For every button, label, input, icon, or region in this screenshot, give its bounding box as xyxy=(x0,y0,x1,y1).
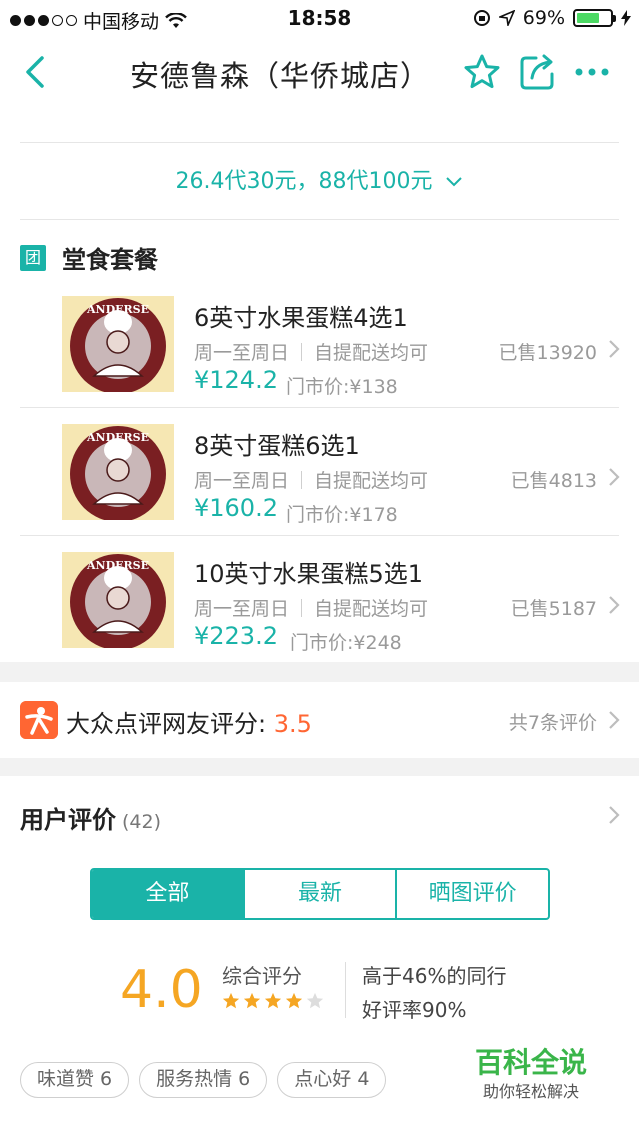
logo-text: ANDERSE xyxy=(86,559,149,572)
star-rating xyxy=(222,992,324,1010)
chevron-right-icon[interactable] xyxy=(607,804,621,826)
group-buy-badge: 团 xyxy=(20,244,46,271)
voucher-summary-text: 26.4代30元，88代100元 xyxy=(175,169,433,194)
dianping-logo-icon xyxy=(20,701,58,739)
star-filled-icon xyxy=(285,992,303,1009)
deal-thumbnail: ANDERSE xyxy=(62,296,174,392)
deal-sold-count: 已售5187 xyxy=(510,598,597,620)
chevron-right-icon xyxy=(609,596,620,614)
peer-comparison-text: 高于46%的同行 xyxy=(362,964,507,988)
logo-text: ANDERSE xyxy=(86,431,149,444)
deal-price: ¥124.2 xyxy=(194,366,278,394)
logo-text: ANDERSE xyxy=(86,303,149,316)
deal-meta: 周一至周日 自提配送均可 xyxy=(194,466,428,493)
deal-original-price: 门市价:¥178 xyxy=(286,504,398,526)
more-options-icon[interactable] xyxy=(574,52,610,92)
chevron-down-icon xyxy=(446,177,463,187)
divider xyxy=(20,142,619,143)
deal-name: 10英寸水果蛋糕5选1 xyxy=(194,560,424,588)
battery-icon xyxy=(573,9,616,27)
deal-sold-count: 已售4813 xyxy=(510,470,597,492)
rotation-lock-icon xyxy=(473,10,490,26)
chevron-right-icon xyxy=(609,711,620,729)
dianping-rating-row[interactable]: 大众点评网友评分: 3.5 共7条评价 xyxy=(0,682,639,758)
battery-percent: 69% xyxy=(522,7,565,29)
good-rate-text: 好评率90% xyxy=(362,998,467,1022)
deal-item[interactable]: ANDERSE 8英寸蛋糕6选1 周一至周日 自提配送均可 ¥160.2 门市价:¥178… xyxy=(0,408,639,536)
overall-score: 4.0 xyxy=(120,960,203,1020)
deal-original-price: 门市价:¥138 xyxy=(286,376,398,398)
deal-days: 周一至周日 xyxy=(194,470,290,492)
dianping-label-text: 大众点评网友评分: xyxy=(66,710,274,738)
review-tag[interactable]: 点心好 4 xyxy=(277,1062,387,1098)
divider xyxy=(20,219,619,220)
review-tag[interactable]: 服务热情 6 xyxy=(139,1062,268,1098)
star-filled-icon xyxy=(243,992,261,1009)
tab-photo-reviews[interactable]: 晒图评价 xyxy=(395,870,548,918)
nav-bar: 安德鲁森（华侨城店） xyxy=(0,36,639,108)
location-arrow-icon xyxy=(498,10,515,26)
deal-delivery: 自提配送均可 xyxy=(314,598,429,620)
divider xyxy=(301,342,303,361)
deal-meta: 周一至周日 自提配送均可 xyxy=(194,594,428,621)
deal-item[interactable]: ANDERSE 6英寸水果蛋糕4选1 周一至周日 自提配送均可 ¥124.2 门市价:¥1… xyxy=(0,280,639,408)
review-filter-tabs: 全部 最新 晒图评价 xyxy=(90,868,550,920)
chevron-right-icon xyxy=(609,340,620,358)
chevron-right-icon xyxy=(609,468,620,486)
watermark-subtitle: 助你轻松解决 xyxy=(482,1082,579,1101)
deal-delivery: 自提配送均可 xyxy=(314,342,429,364)
tab-all[interactable]: 全部 xyxy=(92,870,243,918)
dianping-score: 3.5 xyxy=(273,710,312,738)
dianping-rating-label: 大众点评网友评分: 3.5 xyxy=(66,704,312,739)
status-bar: 中国移动 18:58 69% xyxy=(0,0,639,36)
tab-latest[interactable]: 最新 xyxy=(242,870,396,918)
deal-days: 周一至周日 xyxy=(194,342,290,364)
deal-days: 周一至周日 xyxy=(194,598,290,620)
divider xyxy=(301,598,303,617)
dianping-review-count: 共7条评价 xyxy=(508,712,597,734)
deal-delivery: 自提配送均可 xyxy=(314,470,429,492)
review-tag[interactable]: 味道赞 6 xyxy=(20,1062,130,1098)
user-reviews-header[interactable]: 用户评价 (42) xyxy=(20,800,161,835)
status-right: 69% xyxy=(473,7,631,29)
watermark-title: 百科全说 xyxy=(474,1046,587,1079)
deal-thumbnail: ANDERSE xyxy=(62,552,174,648)
deal-price: ¥160.2 xyxy=(194,494,278,522)
review-tags: 味道赞 6 服务热情 6 点心好 4 xyxy=(20,1062,387,1098)
deal-item[interactable]: ANDERSE 10英寸水果蛋糕5选1 周一至周日 自提配送均可 ¥223.2 门市价:¥… xyxy=(0,536,639,664)
section-gap xyxy=(0,662,639,682)
charging-bolt-icon xyxy=(621,10,631,26)
deal-sold-count: 已售13920 xyxy=(498,342,597,364)
deal-name: 6英寸水果蛋糕4选1 xyxy=(194,304,408,332)
group-deals-header: 团 堂食套餐 xyxy=(20,240,158,275)
star-filled-icon xyxy=(264,992,282,1009)
section-gap xyxy=(0,758,639,776)
overall-score-label: 综合评分 xyxy=(222,964,302,988)
divider xyxy=(301,470,303,489)
deal-thumbnail: ANDERSE xyxy=(62,424,174,520)
favorite-star-icon[interactable] xyxy=(462,52,502,92)
watermark: 百科全说 助你轻松解决 xyxy=(446,1046,616,1112)
user-reviews-title: 用户评价 xyxy=(20,806,116,834)
share-icon[interactable] xyxy=(518,52,556,92)
deal-name: 8英寸蛋糕6选1 xyxy=(194,432,360,460)
star-filled-icon xyxy=(222,992,240,1009)
deal-price: ¥223.2 xyxy=(194,622,278,650)
section-title: 堂食套餐 xyxy=(62,246,158,274)
divider xyxy=(345,962,346,1018)
user-reviews-count: (42) xyxy=(122,811,162,833)
voucher-summary-row[interactable]: 26.4代30元，88代100元 xyxy=(0,152,639,212)
star-empty-icon xyxy=(306,992,324,1009)
deal-original-price: 门市价:¥248 xyxy=(290,632,402,654)
deal-meta: 周一至周日 自提配送均可 xyxy=(194,338,428,365)
